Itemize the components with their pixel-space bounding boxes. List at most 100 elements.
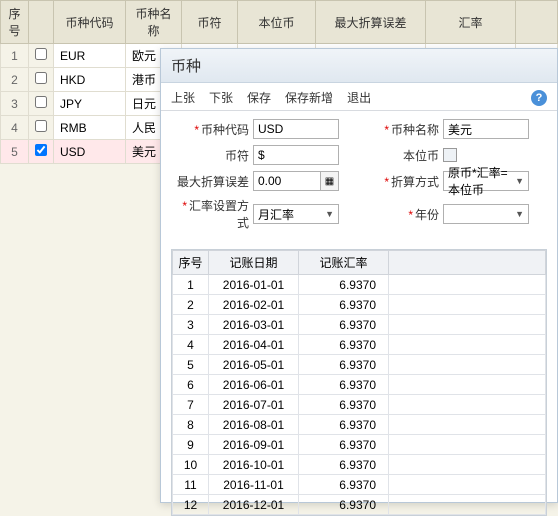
- sub-seq: 1: [173, 275, 209, 295]
- sub-rate: 6.9370: [299, 455, 389, 475]
- row-code: USD: [54, 140, 126, 164]
- row-code: HKD: [54, 68, 126, 92]
- code-label: 币种代码: [171, 121, 253, 138]
- col-maxerr: 最大折算误差: [316, 1, 426, 44]
- list-item[interactable]: 6 2016-06-01 6.9370: [173, 375, 546, 395]
- sub-blank: [389, 295, 546, 315]
- sub-seq: 2: [173, 295, 209, 315]
- row-chk[interactable]: [29, 68, 54, 92]
- col-code: 币种代码: [54, 1, 126, 44]
- sub-date: 2016-08-01: [209, 415, 299, 435]
- sub-date: 2016-07-01: [209, 395, 299, 415]
- sub-blank: [389, 455, 546, 475]
- col-name: 币种名称: [126, 1, 182, 44]
- base-label: 本位币: [361, 147, 443, 164]
- sub-date: 2016-10-01: [209, 455, 299, 475]
- row-seq: 2: [1, 68, 29, 92]
- list-item[interactable]: 8 2016-08-01 6.9370: [173, 415, 546, 435]
- chevron-down-icon: ▼: [515, 176, 524, 186]
- list-item[interactable]: 11 2016-11-01 6.9370: [173, 475, 546, 495]
- rate-value: 月汇率: [258, 206, 294, 223]
- sub-blank: [389, 335, 546, 355]
- save-new-button[interactable]: 保存新增: [285, 89, 333, 106]
- row-chk[interactable]: [29, 92, 54, 116]
- sub-rate: 6.9370: [299, 475, 389, 495]
- next-button[interactable]: 下张: [209, 89, 233, 106]
- chevron-down-icon: ▼: [515, 209, 524, 219]
- help-icon[interactable]: ?: [531, 90, 547, 106]
- sub-rate: 6.9370: [299, 275, 389, 295]
- sub-seq: 9: [173, 435, 209, 455]
- sub-col-date: 记账日期: [209, 251, 299, 275]
- sub-date: 2016-11-01: [209, 475, 299, 495]
- row-seq: 4: [1, 116, 29, 140]
- sub-date: 2016-12-01: [209, 495, 299, 515]
- row-checkbox[interactable]: [35, 48, 47, 60]
- sub-seq: 7: [173, 395, 209, 415]
- maxerr-input[interactable]: [253, 171, 321, 191]
- prev-button[interactable]: 上张: [171, 89, 195, 106]
- row-code: RMB: [54, 116, 126, 140]
- sub-seq: 8: [173, 415, 209, 435]
- rate-label: 汇率设置方式: [171, 197, 253, 231]
- row-checkbox[interactable]: [35, 120, 47, 132]
- row-seq: 5: [1, 140, 29, 164]
- list-item[interactable]: 12 2016-12-01 6.9370: [173, 495, 546, 515]
- col-base: 本位币: [238, 1, 316, 44]
- sub-date: 2016-04-01: [209, 335, 299, 355]
- sub-rate: 6.9370: [299, 315, 389, 335]
- sym-input[interactable]: [253, 145, 339, 165]
- year-select[interactable]: ▼: [443, 204, 529, 224]
- row-checkbox[interactable]: [35, 72, 47, 84]
- list-item[interactable]: 9 2016-09-01 6.9370: [173, 435, 546, 455]
- list-item[interactable]: 10 2016-10-01 6.9370: [173, 455, 546, 475]
- rate-select[interactable]: 月汇率▼: [253, 204, 339, 224]
- sub-date: 2016-02-01: [209, 295, 299, 315]
- list-item[interactable]: 7 2016-07-01 6.9370: [173, 395, 546, 415]
- sub-col-seq: 序号: [173, 251, 209, 275]
- maxerr-label: 最大折算误差: [171, 173, 253, 190]
- name-label: 币种名称: [361, 121, 443, 138]
- calc-label: 折算方式: [361, 173, 443, 190]
- save-button[interactable]: 保存: [247, 89, 271, 106]
- currency-dialog: 币种 上张 下张 保存 保存新增 退出 ? 币种代码 币种名称 币符 本位币 最…: [160, 48, 558, 503]
- col-sym: 币符: [182, 1, 238, 44]
- sym-label: 币符: [171, 147, 253, 164]
- sub-seq: 11: [173, 475, 209, 495]
- row-checkbox[interactable]: [35, 96, 47, 108]
- sub-seq: 12: [173, 495, 209, 515]
- sub-rate: 6.9370: [299, 355, 389, 375]
- code-input[interactable]: [253, 119, 339, 139]
- list-item[interactable]: 4 2016-04-01 6.9370: [173, 335, 546, 355]
- list-item[interactable]: 5 2016-05-01 6.9370: [173, 355, 546, 375]
- sub-blank: [389, 395, 546, 415]
- sub-seq: 10: [173, 455, 209, 475]
- name-input[interactable]: [443, 119, 529, 139]
- sub-rate: 6.9370: [299, 375, 389, 395]
- calc-select[interactable]: 原币*汇率=本位币▼: [443, 171, 529, 191]
- calendar-icon[interactable]: ▦: [321, 171, 339, 191]
- sub-blank: [389, 435, 546, 455]
- row-seq: 1: [1, 44, 29, 68]
- row-checkbox[interactable]: [35, 144, 47, 156]
- sub-seq: 4: [173, 335, 209, 355]
- list-item[interactable]: 2 2016-02-01 6.9370: [173, 295, 546, 315]
- list-item[interactable]: 1 2016-01-01 6.9370: [173, 275, 546, 295]
- sub-rate: 6.9370: [299, 435, 389, 455]
- exit-button[interactable]: 退出: [347, 89, 371, 106]
- row-chk[interactable]: [29, 44, 54, 68]
- row-chk[interactable]: [29, 116, 54, 140]
- sub-blank: [389, 315, 546, 335]
- grid-header-row: 序号 币种代码 币种名称 币符 本位币 最大折算误差 汇率: [1, 1, 558, 44]
- col-rate: 汇率: [426, 1, 516, 44]
- sub-blank: [389, 495, 546, 515]
- sub-blank: [389, 275, 546, 295]
- row-chk[interactable]: [29, 140, 54, 164]
- sub-date: 2016-01-01: [209, 275, 299, 295]
- list-item[interactable]: 3 2016-03-01 6.9370: [173, 315, 546, 335]
- sub-date: 2016-09-01: [209, 435, 299, 455]
- base-checkbox[interactable]: [443, 148, 457, 162]
- sub-date: 2016-03-01: [209, 315, 299, 335]
- sub-blank: [389, 355, 546, 375]
- sub-rate: 6.9370: [299, 295, 389, 315]
